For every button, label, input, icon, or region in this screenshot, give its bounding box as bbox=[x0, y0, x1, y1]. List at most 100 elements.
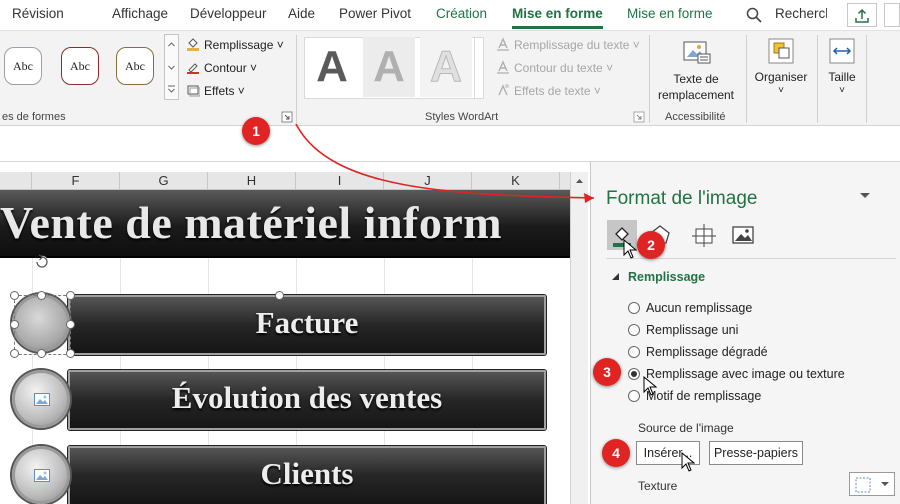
pane-options-chevron-icon[interactable] bbox=[859, 191, 871, 201]
shape-fill-button[interactable]: Remplissage ˅ bbox=[186, 37, 284, 52]
gallery-scroll[interactable] bbox=[164, 34, 179, 100]
title-banner[interactable]: Vente de matériel inform bbox=[0, 190, 570, 258]
texture-icon bbox=[855, 477, 871, 493]
arrange-icon bbox=[768, 38, 794, 64]
tab-developpeur[interactable]: Développeur bbox=[190, 6, 267, 21]
radio-no-fill[interactable] bbox=[628, 302, 640, 314]
column-header-h[interactable]: H bbox=[208, 172, 296, 190]
resize-handle[interactable] bbox=[66, 320, 75, 329]
wordart-dialog-launcher-icon[interactable] bbox=[633, 111, 645, 123]
ribbon-separator bbox=[746, 35, 747, 123]
banner-title: Vente de matériel inform bbox=[0, 197, 503, 248]
gallery-scroll-icon bbox=[168, 42, 175, 93]
effects-icon bbox=[187, 85, 200, 97]
column-header-partial[interactable] bbox=[0, 172, 32, 190]
shape-style-thumb-1[interactable]: Abc bbox=[4, 47, 42, 85]
formula-bar[interactable] bbox=[0, 137, 900, 162]
size-properties-tab[interactable] bbox=[689, 220, 719, 250]
paint-bucket-icon bbox=[187, 38, 199, 51]
resize-handle[interactable] bbox=[10, 320, 19, 329]
text-effects-button[interactable]: Effets de texte ˅ bbox=[496, 83, 601, 98]
ribbon-separator bbox=[649, 35, 650, 123]
menu-item-clients[interactable]: Clients bbox=[68, 446, 546, 504]
ribbon: Abc Abc Abc Remplissage ˅ Contour ˅ Effe… bbox=[0, 30, 900, 126]
radio-picture-texture-fill[interactable] bbox=[628, 368, 640, 380]
tab-mise-en-forme[interactable]: Mise en forme bbox=[627, 6, 713, 21]
resize-handle[interactable] bbox=[37, 291, 46, 300]
clipboard-button[interactable]: Presse-papiers bbox=[709, 441, 803, 465]
wordart-style-3[interactable]: A bbox=[420, 37, 472, 97]
collapse-triangle-icon bbox=[612, 273, 619, 280]
text-outline-icon bbox=[497, 60, 509, 74]
texture-picker[interactable] bbox=[849, 472, 895, 496]
menu-item-label: Évolution des ventes bbox=[171, 380, 443, 415]
text-fill-button[interactable]: Remplissage du texte ˅ bbox=[496, 37, 640, 52]
shape-style-thumb-3[interactable]: Abc bbox=[116, 47, 154, 85]
resize-handle[interactable] bbox=[275, 291, 284, 300]
dialog-launcher-icon[interactable] bbox=[281, 111, 293, 123]
radio-solid-fill[interactable] bbox=[628, 324, 640, 336]
resize-handle[interactable] bbox=[37, 349, 46, 358]
pen-icon bbox=[187, 63, 199, 74]
callout-badge-3: 3 bbox=[593, 358, 621, 386]
tab-creation[interactable]: Création bbox=[436, 6, 487, 21]
column-header-f[interactable]: F bbox=[32, 172, 120, 190]
tab-power-pivot[interactable]: Power Pivot bbox=[339, 6, 411, 21]
tab-affichage[interactable]: Affichage bbox=[112, 6, 168, 21]
shape-outline-button[interactable]: Contour ˅ bbox=[186, 60, 257, 75]
text-fill-icon bbox=[497, 37, 509, 51]
picture-circle[interactable] bbox=[12, 370, 70, 428]
mouse-pointer-icon bbox=[681, 452, 695, 472]
alt-text-label-1: Texte de bbox=[673, 72, 719, 86]
picture-circle[interactable] bbox=[12, 446, 70, 504]
picture-placeholder-icon bbox=[34, 393, 50, 406]
size-icon bbox=[829, 38, 855, 64]
resize-handle[interactable] bbox=[66, 349, 75, 358]
tab-revision[interactable]: Révision bbox=[12, 6, 64, 21]
radio-pattern-fill[interactable] bbox=[628, 390, 640, 402]
share-button[interactable] bbox=[847, 3, 877, 27]
arrange-chevron-icon: ˅ bbox=[778, 85, 784, 96]
alt-text-button[interactable]: Texte de remplacement bbox=[655, 37, 737, 103]
text-outline-label: Contour du texte bbox=[514, 61, 603, 75]
menu-item-facture[interactable]: Facture bbox=[68, 295, 546, 355]
column-header-k[interactable]: K bbox=[472, 172, 560, 190]
worksheet[interactable]: F G H I J K Vente de matériel inform Fac… bbox=[0, 162, 590, 504]
resize-handle[interactable] bbox=[66, 291, 75, 300]
shape-effects-button[interactable]: Effets ˅ bbox=[186, 83, 245, 98]
resize-handle[interactable] bbox=[10, 291, 19, 300]
wordart-gallery-scroll[interactable] bbox=[474, 37, 486, 99]
text-outline-button[interactable]: Contour du texte ˅ bbox=[496, 60, 613, 75]
group-label-wordart: Styles WordArt bbox=[425, 111, 499, 123]
text-effects-label: Effets de texte bbox=[514, 84, 591, 98]
mouse-pointer-icon bbox=[623, 239, 637, 259]
size-button[interactable]: Taille ˅ bbox=[822, 37, 862, 103]
shape-fill-label: Remplissage bbox=[204, 38, 274, 52]
column-header-g[interactable]: G bbox=[120, 172, 208, 190]
radio-label-picture-texture-fill: Remplissage avec image ou texture bbox=[646, 367, 845, 381]
shape-style-thumb-2[interactable]: Abc bbox=[61, 47, 99, 85]
tab-aide[interactable]: Aide bbox=[288, 6, 315, 21]
arrange-button[interactable]: Organiser ˅ bbox=[752, 37, 810, 103]
radio-gradient-fill[interactable] bbox=[628, 346, 640, 358]
picture-tab[interactable] bbox=[728, 220, 758, 250]
column-header-i[interactable]: I bbox=[296, 172, 384, 190]
menu-item-evolution-des-ventes[interactable]: Évolution des ventes bbox=[68, 370, 546, 430]
alt-text-label-2: remplacement bbox=[657, 88, 735, 102]
pane-title: Format de l'image bbox=[606, 188, 758, 209]
resize-handle[interactable] bbox=[10, 349, 19, 358]
scroll-up-icon[interactable] bbox=[571, 172, 588, 190]
column-header-j[interactable]: J bbox=[384, 172, 472, 190]
format-picture-pane: Format de l'image Remplissage Aucun remp… bbox=[590, 162, 900, 504]
search-input[interactable]: Recherché bbox=[775, 6, 827, 21]
ribbon-separator bbox=[296, 35, 297, 123]
vertical-scrollbar[interactable] bbox=[570, 172, 588, 504]
wordart-style-2[interactable]: A bbox=[363, 37, 415, 97]
wordart-style-1[interactable]: A bbox=[306, 37, 358, 97]
comments-button[interactable] bbox=[884, 3, 900, 27]
radio-label-no-fill: Aucun remplissage bbox=[646, 301, 753, 315]
search-icon bbox=[746, 7, 762, 23]
shape-outline-label: Contour bbox=[204, 61, 247, 75]
tab-mise-en-forme-active[interactable]: Mise en forme bbox=[512, 6, 603, 29]
rotate-handle-icon[interactable] bbox=[33, 253, 51, 271]
